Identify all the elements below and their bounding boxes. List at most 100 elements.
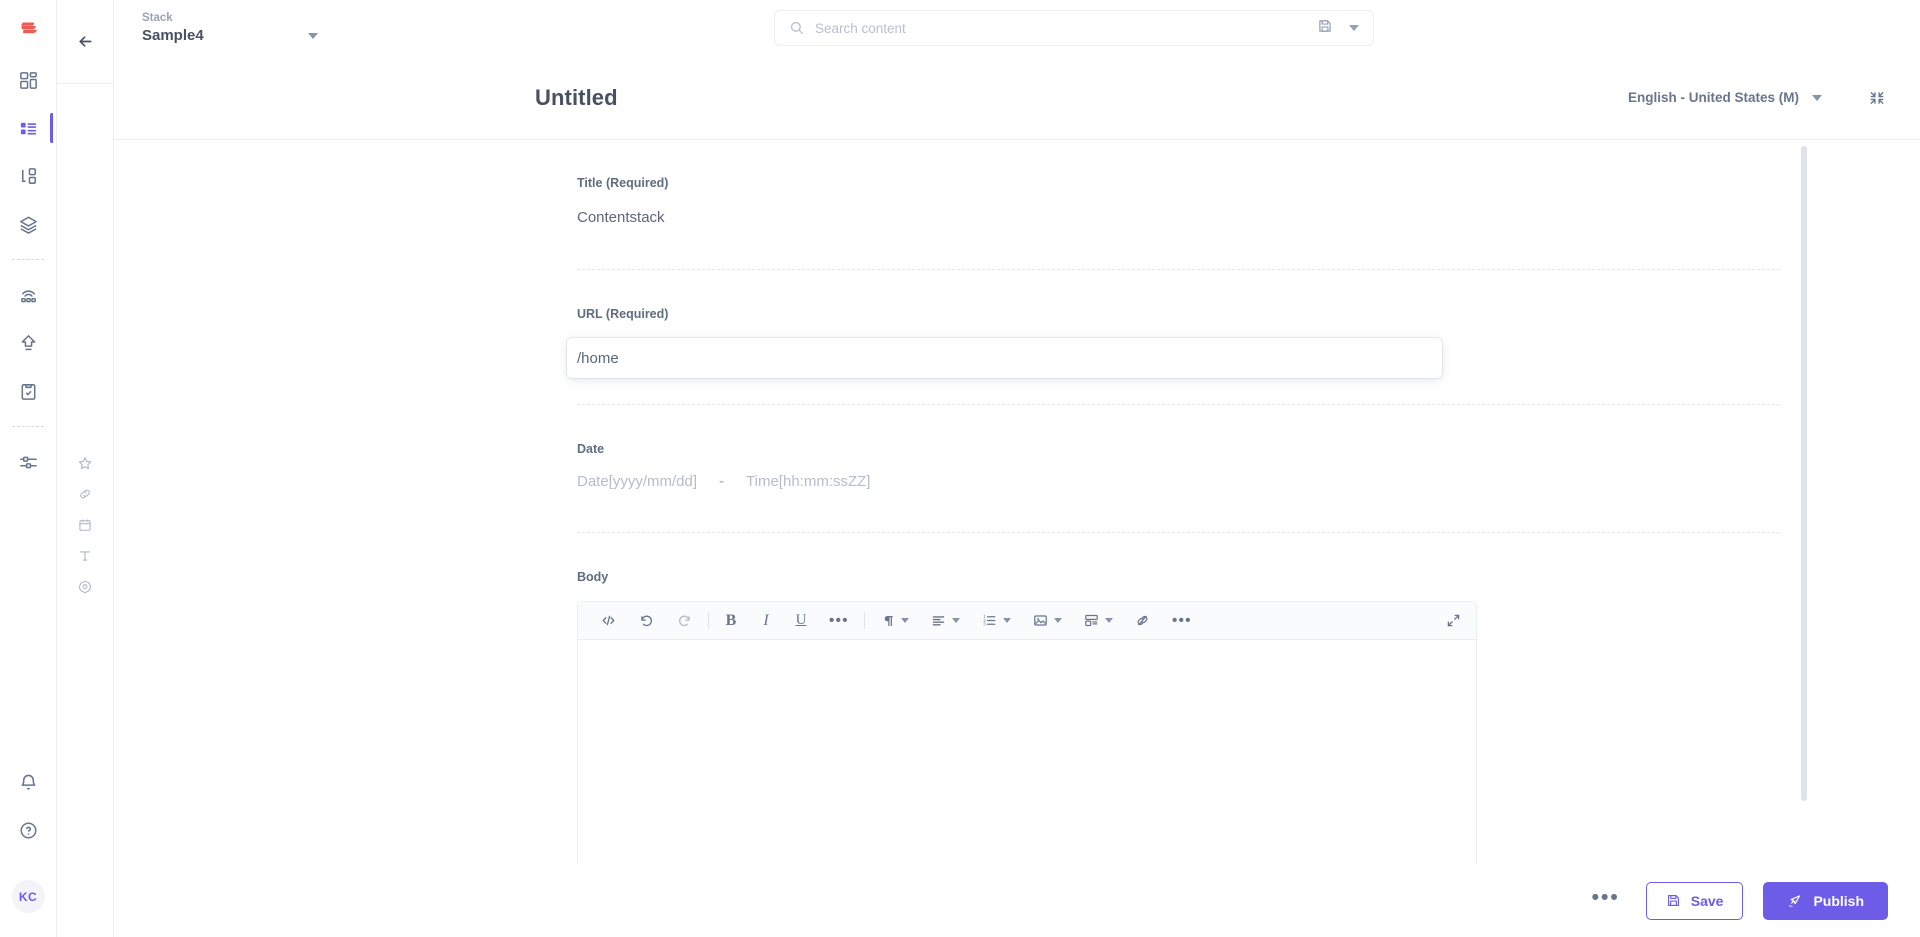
stack-selector[interactable]: Stack Sample4 bbox=[114, 11, 364, 45]
sidebar-item-content-types[interactable] bbox=[4, 152, 52, 200]
publish-button[interactable]: Publish bbox=[1763, 881, 1888, 920]
numbered-list-icon: 1 2 3 bbox=[983, 614, 996, 627]
search-actions bbox=[1317, 18, 1359, 39]
title-input[interactable]: Contentstack bbox=[577, 207, 1780, 269]
more-actions-button[interactable]: ••• bbox=[1586, 885, 1626, 914]
entries-list-icon bbox=[20, 122, 36, 135]
redo-arrow-icon bbox=[678, 615, 690, 627]
field-title: Title (Required) Contentstack bbox=[577, 140, 1780, 270]
entry-form: Title (Required) Contentstack URL (Requi… bbox=[114, 140, 1920, 937]
code-brackets-icon bbox=[602, 615, 615, 626]
ellipsis-icon: ••• bbox=[829, 611, 849, 629]
rte-redo-button[interactable] bbox=[672, 607, 697, 635]
calendar-icon bbox=[79, 519, 91, 531]
rte-toolbar-divider bbox=[863, 612, 865, 629]
sidebar-item-publish-queue[interactable] bbox=[4, 319, 52, 367]
sidebar-item-workflow[interactable] bbox=[4, 367, 52, 415]
entry-tool-favorite[interactable] bbox=[65, 447, 105, 478]
back-button[interactable] bbox=[57, 0, 113, 84]
entry-tool-schedule[interactable] bbox=[65, 509, 105, 540]
entry-form-scroll: Title (Required) Contentstack URL (Requi… bbox=[114, 140, 1920, 937]
date-input[interactable]: Date[yyyy/mm/dd] bbox=[577, 473, 697, 490]
entry-tool-tags[interactable] bbox=[65, 571, 105, 602]
broadcast-icon bbox=[20, 289, 36, 302]
image-icon bbox=[1034, 615, 1047, 626]
save-disk-icon[interactable] bbox=[1317, 18, 1333, 39]
help-button[interactable] bbox=[4, 806, 52, 854]
search-bar[interactable]: Search content bbox=[774, 10, 1374, 46]
star-icon bbox=[78, 456, 92, 469]
link-icon bbox=[80, 489, 90, 498]
save-button[interactable]: Save bbox=[1645, 881, 1744, 920]
entry-tool-text-settings[interactable] bbox=[65, 540, 105, 571]
chevron-down-icon bbox=[951, 618, 960, 623]
rte-insert-more-button[interactable]: ••• bbox=[1168, 607, 1196, 635]
rte-unlink-button[interactable] bbox=[1130, 607, 1155, 635]
field-label: Title (Required) bbox=[577, 176, 669, 190]
field-date: Date Date[yyyy/mm/dd] - Time[hh:mm:ssZZ] bbox=[577, 405, 1780, 533]
date-separator: - bbox=[719, 473, 725, 490]
tag-icon bbox=[79, 580, 91, 593]
search-input[interactable]: Search content bbox=[815, 21, 1317, 36]
rte-image-button[interactable] bbox=[1028, 607, 1066, 635]
sidebar-item-releases[interactable] bbox=[4, 271, 52, 319]
date-row: Date[yyyy/mm/dd] - Time[hh:mm:ssZZ] bbox=[577, 473, 1780, 532]
entry-tool-references[interactable] bbox=[65, 478, 105, 509]
chevron-down-icon bbox=[308, 32, 318, 39]
publish-upload-icon bbox=[21, 334, 35, 350]
clipboard-check-icon bbox=[21, 383, 35, 400]
collapse-button[interactable] bbox=[1868, 89, 1886, 107]
rte-ordered-list-button[interactable]: 1 2 3 bbox=[977, 607, 1015, 635]
field-label: URL (Required) bbox=[577, 307, 669, 321]
chevron-down-icon bbox=[900, 618, 909, 623]
assets-layers-icon bbox=[19, 216, 37, 234]
field-url: URL (Required) /home bbox=[567, 270, 1780, 405]
undo-arrow-icon bbox=[641, 615, 653, 627]
svg-text:3: 3 bbox=[983, 622, 986, 627]
chevron-down-icon bbox=[1053, 618, 1062, 623]
sidebar-item-dashboard[interactable] bbox=[4, 56, 52, 104]
rte-code-view-button[interactable] bbox=[596, 607, 621, 635]
vertical-scrollbar[interactable] bbox=[1801, 146, 1807, 801]
time-input[interactable]: Time[hh:mm:ssZZ] bbox=[746, 473, 870, 490]
rte-toolbar: B I U ••• 1 2 3 ••• bbox=[578, 602, 1476, 640]
stack-label: Stack bbox=[142, 12, 173, 24]
notifications-button[interactable] bbox=[4, 758, 52, 806]
help-circle-icon bbox=[19, 821, 37, 839]
rte-bold-button[interactable]: B bbox=[720, 607, 742, 635]
back-arrow-icon bbox=[78, 36, 92, 47]
ellipsis-icon: ••• bbox=[1171, 611, 1192, 629]
rte-text-more-button[interactable]: ••• bbox=[825, 607, 853, 635]
locale-selector[interactable]: English - United States (M) bbox=[1628, 90, 1822, 105]
rte-align-button[interactable] bbox=[926, 607, 964, 635]
rte-paragraph-button[interactable] bbox=[876, 607, 913, 635]
rte-underline-button[interactable]: U bbox=[790, 607, 812, 635]
search-icon bbox=[789, 20, 805, 36]
stack-row: Sample4 bbox=[142, 26, 364, 45]
app-logo[interactable] bbox=[0, 0, 56, 56]
chevron-down-icon[interactable] bbox=[1349, 25, 1359, 31]
sidebar-item-entries[interactable] bbox=[4, 104, 53, 152]
embed-layout-icon bbox=[1085, 614, 1098, 627]
rte-embed-button[interactable] bbox=[1079, 607, 1117, 635]
rte-expand-button[interactable] bbox=[1441, 607, 1466, 635]
rail-divider bbox=[12, 426, 44, 427]
rte-editing-area[interactable] bbox=[578, 640, 1476, 937]
rte-undo-button[interactable] bbox=[634, 607, 659, 635]
chevron-down-icon bbox=[1812, 94, 1822, 101]
collapse-arrows-icon bbox=[1870, 91, 1884, 104]
sidebar-item-settings[interactable] bbox=[4, 438, 52, 486]
sidebar-item-assets[interactable] bbox=[4, 200, 52, 248]
ellipsis-icon: ••• bbox=[1591, 885, 1620, 909]
rte-toolbar-divider bbox=[708, 612, 709, 629]
avatar[interactable]: KC bbox=[11, 880, 45, 913]
url-value: /home bbox=[577, 349, 619, 367]
field-label: Body bbox=[577, 570, 609, 584]
publish-button-label: Publish bbox=[1813, 892, 1864, 909]
page-title: Untitled bbox=[535, 84, 618, 110]
rte-italic-button[interactable]: I bbox=[755, 607, 777, 635]
field-body: Body B I U ••• 1 2 3 ••• bbox=[577, 533, 1780, 937]
entry-header-actions: English - United States (M) bbox=[1628, 89, 1886, 107]
content-types-hierarchy-icon bbox=[21, 167, 36, 184]
url-input[interactable]: /home bbox=[567, 338, 1442, 378]
